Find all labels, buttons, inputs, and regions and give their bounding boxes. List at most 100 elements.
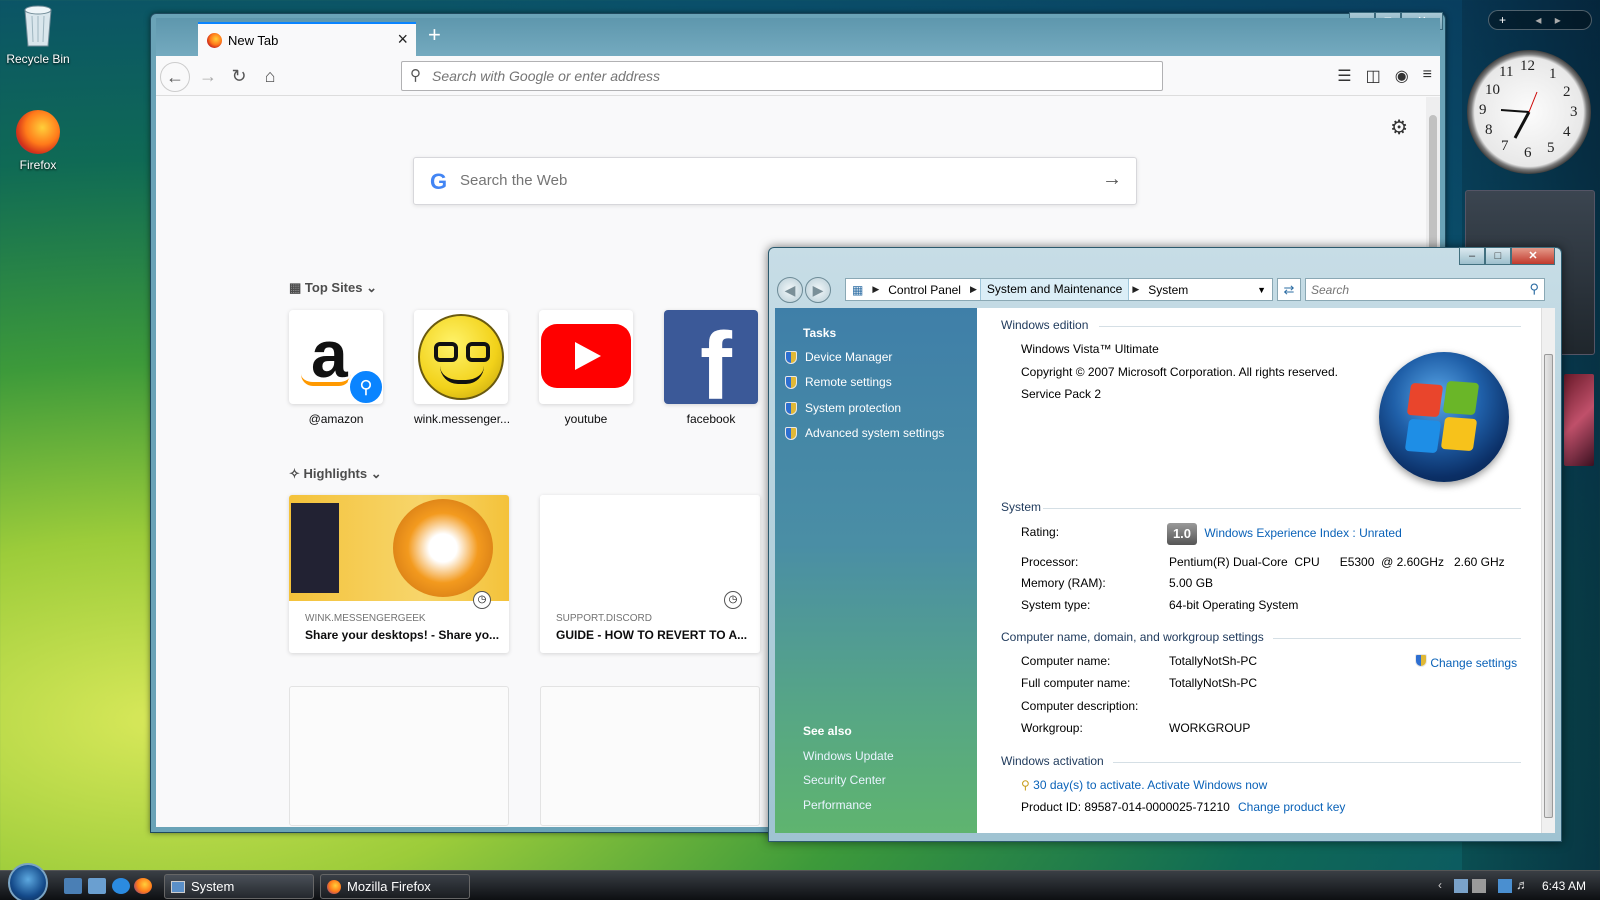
edition-header: Windows edition (1001, 318, 1089, 332)
back-button[interactable]: ← (160, 62, 190, 92)
highlights-icon: ✧ (289, 466, 300, 481)
url-input[interactable] (432, 68, 1132, 84)
back-button[interactable]: ◀ (777, 277, 803, 303)
account-icon[interactable]: ◉ (1395, 66, 1409, 86)
address-bar[interactable]: ⚲ (401, 61, 1163, 91)
home-button[interactable]: ⌂ (255, 62, 285, 92)
top-site-label: @amazon (308, 412, 364, 426)
system-header: System (1001, 500, 1042, 514)
system-search-input[interactable] (1311, 283, 1511, 297)
desktop-icon-firefox[interactable]: Firefox (0, 110, 76, 172)
top-site-youtube[interactable]: youtube (539, 310, 633, 426)
forward-button[interactable]: → (193, 62, 223, 92)
task-remote-settings[interactable]: Remote settings (785, 375, 892, 389)
chevron-right-icon[interactable]: ▶ (967, 284, 980, 295)
close-window-button[interactable]: ✕ (1511, 247, 1555, 265)
chevron-down-icon[interactable]: ▼ (1251, 285, 1272, 295)
new-tab-button[interactable]: + (428, 22, 441, 48)
sidebar-controls[interactable]: + ◂ ▸ (1488, 10, 1592, 30)
processor-value: Pentium(R) Dual-Core CPU E5300 @ 2.60GHz… (1169, 555, 1505, 569)
clock-time[interactable]: 6:43 AM (1542, 879, 1586, 893)
web-search-box[interactable]: G → (413, 157, 1137, 205)
see-also-performance[interactable]: Performance (803, 798, 872, 812)
volume-icon[interactable]: ♬ (1516, 877, 1529, 892)
chevron-right-icon[interactable]: ▶ (869, 284, 882, 295)
change-settings-link[interactable]: Change settings (1415, 654, 1517, 670)
taskbar-button-firefox[interactable]: Mozilla Firefox (320, 874, 470, 899)
top-site-amazon[interactable]: a ⚲ @amazon (289, 310, 383, 426)
close-tab-icon[interactable]: × (397, 29, 408, 50)
maximize-button[interactable]: □ (1485, 247, 1511, 265)
top-site-wink[interactable]: wink.messenger... (414, 310, 510, 426)
tray-expand-icon[interactable]: ‹ (1438, 878, 1442, 892)
search-submit-arrow-icon[interactable]: → (1102, 168, 1122, 191)
add-gadget-icon[interactable]: + (1499, 13, 1506, 27)
library-icon[interactable]: ☰ (1337, 66, 1351, 86)
task-device-manager[interactable]: Device Manager (785, 350, 892, 364)
start-button[interactable] (8, 863, 48, 900)
next-gadget-icon[interactable]: ▸ (1555, 13, 1561, 27)
see-also-security-center[interactable]: Security Center (803, 773, 886, 787)
search-badge-icon: ⚲ (347, 368, 383, 404)
chevron-down-icon: ⌄ (366, 280, 377, 295)
web-search-input[interactable] (460, 172, 1060, 189)
empty-highlight-slot (540, 686, 760, 826)
top-sites-header[interactable]: ▦ Top Sites ⌄ (289, 280, 377, 296)
memory-label: Memory (RAM): (1021, 576, 1106, 590)
taskbar-button-system[interactable]: System (164, 874, 314, 899)
sidebar-gadget-image[interactable] (1564, 374, 1594, 466)
youtube-logo-icon (541, 324, 631, 388)
tray-app-icon[interactable] (1454, 879, 1468, 893)
desktop-icon-recycle-bin[interactable]: Recycle Bin (0, 4, 76, 66)
internet-explorer-icon[interactable] (112, 878, 130, 894)
activate-label[interactable]: 30 day(s) to activate. Activate Windows … (1033, 778, 1267, 792)
see-also-windows-update[interactable]: Windows Update (803, 749, 894, 763)
breadcrumb-item[interactable]: System and Maintenance (979, 279, 1130, 300)
activate-link[interactable]: ⚲ 30 day(s) to activate. Activate Window… (1021, 778, 1267, 792)
clock-hands-icon (1500, 91, 1538, 139)
tray-app-icon[interactable] (1472, 879, 1486, 893)
highlights-header[interactable]: ✧ Highlights ⌄ (289, 466, 382, 482)
change-settings-label[interactable]: Change settings (1430, 656, 1517, 670)
top-site-facebook[interactable]: f facebook (664, 310, 758, 426)
see-also-header: See also (803, 724, 852, 738)
system-window: – □ ✕ ◀ ▶ ▦ ▶ Control Panel ▶ System and… (768, 247, 1562, 842)
tab-strip: New Tab × + (156, 18, 1440, 56)
network-icon[interactable] (1498, 879, 1512, 893)
task-system-protection[interactable]: System protection (785, 401, 901, 415)
firefox-icon[interactable] (134, 878, 152, 894)
highlights-title: Highlights (303, 466, 368, 481)
breadcrumb-item[interactable]: Control Panel (882, 283, 967, 297)
switch-windows-icon[interactable] (88, 878, 106, 894)
computer-name-label: Computer name: (1021, 654, 1111, 668)
system-app-icon (171, 880, 185, 893)
chevron-right-icon[interactable]: ▶ (1129, 284, 1142, 295)
taskbar-button-label: System (191, 879, 235, 894)
task-pane: Tasks Device Manager Remote settings Sys… (775, 308, 977, 833)
forward-button[interactable]: ▶ (805, 277, 831, 303)
reload-button[interactable]: ↻ (224, 62, 254, 92)
tab-title: New Tab (228, 33, 279, 48)
show-desktop-icon[interactable] (64, 878, 82, 894)
task-advanced-system-settings[interactable]: Advanced system settings (785, 426, 944, 440)
sidebar-toggle-icon[interactable]: ◫ (1366, 66, 1381, 86)
menu-icon[interactable]: ≡ (1423, 66, 1432, 86)
prev-gadget-icon[interactable]: ◂ (1535, 13, 1541, 27)
highlight-card[interactable]: ◷ WINK.MESSENGERGEEK Share your desktops… (289, 495, 509, 653)
breadcrumb-item[interactable]: System (1142, 283, 1194, 297)
tab-new-tab[interactable]: New Tab × (198, 22, 416, 56)
highlight-card[interactable]: ◷ SUPPORT.DISCORD GUIDE - HOW TO REVERT … (540, 495, 760, 653)
clock-gadget[interactable]: 12 1 2 3 4 5 6 7 8 9 10 11 (1467, 50, 1591, 174)
minimize-button[interactable]: – (1459, 247, 1485, 265)
rating-value[interactable]: 1.0 Windows Experience Index : Unrated (1167, 523, 1402, 545)
taskbar-button-label: Mozilla Firefox (347, 879, 431, 894)
breadcrumb[interactable]: ▦ ▶ Control Panel ▶ System and Maintenan… (845, 278, 1273, 301)
refresh-icon[interactable]: ⇄ (1277, 278, 1301, 301)
search-icon[interactable]: ⚲ (1529, 281, 1539, 297)
experience-index-link[interactable]: Windows Experience Index : Unrated (1204, 526, 1401, 540)
details-scrollbar[interactable] (1541, 308, 1555, 833)
top-sites-title: Top Sites (304, 280, 363, 295)
gear-icon[interactable]: ⚙ (1390, 115, 1408, 140)
change-product-key-link[interactable]: Change product key (1238, 800, 1345, 814)
system-search-box[interactable]: ⚲ (1305, 278, 1545, 301)
